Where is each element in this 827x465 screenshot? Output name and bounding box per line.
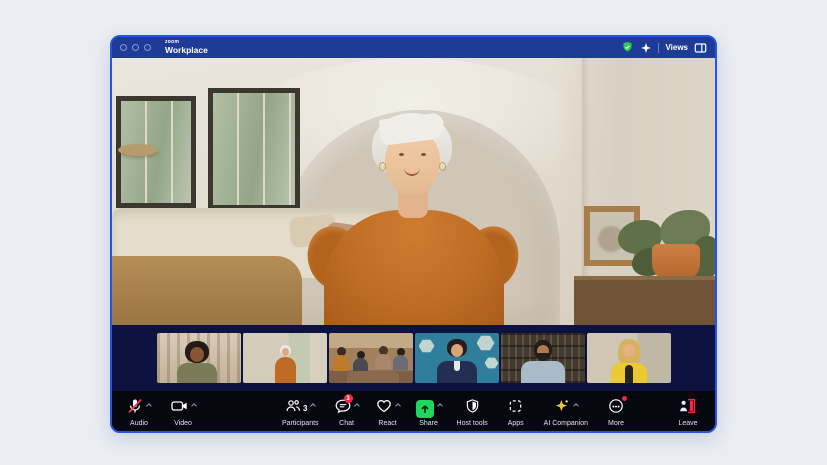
leave-door-icon	[679, 398, 697, 419]
chevron-up-icon[interactable]	[146, 403, 152, 409]
participant-body	[375, 354, 391, 369]
toolbar-center-group: 3 Participants 3 Chat	[242, 400, 629, 427]
titlebar: zoom Workplace Views	[112, 37, 715, 58]
ai-companion-button-label: AI Companion	[544, 420, 588, 427]
earring-left	[379, 162, 386, 171]
earring-right	[439, 162, 446, 171]
share-button[interactable]: Share	[416, 400, 442, 427]
chevron-up-icon[interactable]	[437, 403, 443, 409]
leave-button[interactable]: Leave	[675, 400, 701, 427]
react-button-label: React	[378, 420, 396, 427]
participant-filmstrip	[112, 325, 715, 391]
titlebar-divider	[658, 43, 659, 53]
room-window-right	[208, 88, 300, 210]
shield-icon	[465, 398, 480, 419]
sparkle-icon[interactable]	[640, 42, 652, 54]
inner-top	[625, 365, 633, 383]
ai-sparkle-icon	[554, 398, 570, 419]
window-controls	[120, 44, 151, 51]
host-tools-button-label: Host tools	[457, 420, 488, 427]
window-close-button[interactable]	[120, 44, 127, 51]
more-dots-icon	[608, 398, 624, 419]
hexagon-decor	[477, 335, 495, 351]
participant-face	[451, 344, 463, 357]
views-layout-icon[interactable]	[694, 42, 707, 54]
more-button[interactable]: More	[603, 400, 629, 427]
meeting-table	[347, 371, 399, 383]
video-button[interactable]: Video	[170, 400, 196, 427]
chat-unread-badge: 3	[344, 394, 353, 403]
participant-face	[190, 347, 204, 362]
plant-pot	[652, 244, 700, 280]
zoom-app-window: zoom Workplace Views	[110, 35, 717, 433]
participants-icon	[285, 398, 301, 419]
share-button-label: Share	[419, 420, 438, 427]
titlebar-right-cluster: Views	[621, 41, 707, 54]
encryption-shield-icon[interactable]	[621, 41, 634, 54]
participant-body	[521, 361, 565, 383]
shirt-collar	[454, 361, 460, 371]
chevron-up-icon[interactable]	[354, 403, 360, 409]
more-notification-dot	[622, 396, 627, 401]
share-screen-icon	[416, 400, 434, 418]
more-button-label: More	[608, 420, 624, 427]
views-button-label[interactable]: Views	[665, 43, 688, 52]
audio-button[interactable]: Audio	[126, 400, 152, 427]
microphone-muted-icon	[127, 398, 143, 419]
window-minimize-button[interactable]	[132, 44, 139, 51]
participant-beard	[537, 353, 549, 361]
wood-table	[112, 256, 302, 325]
participant-body	[177, 363, 217, 383]
heart-icon	[376, 398, 392, 419]
apps-icon	[508, 398, 523, 419]
audio-button-label: Audio	[130, 420, 148, 427]
participant-body	[393, 355, 408, 370]
video-button-label: Video	[174, 420, 192, 427]
participant-body	[333, 355, 349, 371]
hexagon-decor	[485, 357, 499, 369]
react-button[interactable]: React	[375, 400, 401, 427]
apps-button-label: Apps	[508, 420, 524, 427]
meeting-toolbar: Audio Video 3	[112, 391, 715, 433]
filmstrip-thumbnail-4[interactable]	[415, 333, 499, 383]
hexagon-decor	[419, 339, 435, 353]
participants-button-label: Participants	[282, 420, 319, 427]
chevron-up-icon[interactable]	[573, 403, 579, 409]
leave-button-label: Leave	[678, 420, 697, 427]
main-speaker-video	[112, 58, 715, 325]
filmstrip-thumbnail-6[interactable]	[587, 333, 671, 383]
chat-button-label: Chat	[339, 420, 354, 427]
participant-face	[623, 344, 635, 357]
desktop-background: zoom Workplace Views	[0, 0, 827, 465]
chevron-up-icon[interactable]	[191, 403, 197, 409]
filmstrip-thumbnail-5[interactable]	[501, 333, 585, 383]
participant-face	[282, 348, 289, 356]
chat-button[interactable]: 3 Chat	[334, 400, 360, 427]
participants-count: 3	[303, 404, 307, 413]
filmstrip-thumbnail-1[interactable]	[157, 333, 241, 383]
chevron-up-icon[interactable]	[311, 403, 317, 409]
filmstrip-thumbnail-2[interactable]	[243, 333, 327, 383]
chat-bubble-icon: 3	[335, 398, 351, 419]
participant-body	[353, 358, 368, 372]
ai-companion-button[interactable]: AI Companion	[544, 400, 588, 427]
filmstrip-thumbnail-3[interactable]	[329, 333, 413, 383]
pendant-light	[118, 144, 158, 156]
speaker-torso	[324, 210, 504, 325]
toolbar-left-group: Audio Video	[126, 400, 196, 427]
speaker-eye	[421, 153, 426, 156]
apps-button[interactable]: Apps	[503, 400, 529, 427]
participant-body	[275, 357, 296, 383]
dresser-cabinet	[574, 276, 715, 325]
zoom-workplace-logo: zoom Workplace	[165, 40, 208, 55]
host-tools-button[interactable]: Host tools	[457, 400, 488, 427]
speaker-eye	[399, 153, 404, 156]
chevron-up-icon[interactable]	[395, 403, 401, 409]
video-camera-icon	[171, 398, 188, 419]
window-zoom-button[interactable]	[144, 44, 151, 51]
participants-button[interactable]: 3 Participants	[282, 400, 319, 427]
logo-workplace-text: Workplace	[165, 46, 208, 55]
